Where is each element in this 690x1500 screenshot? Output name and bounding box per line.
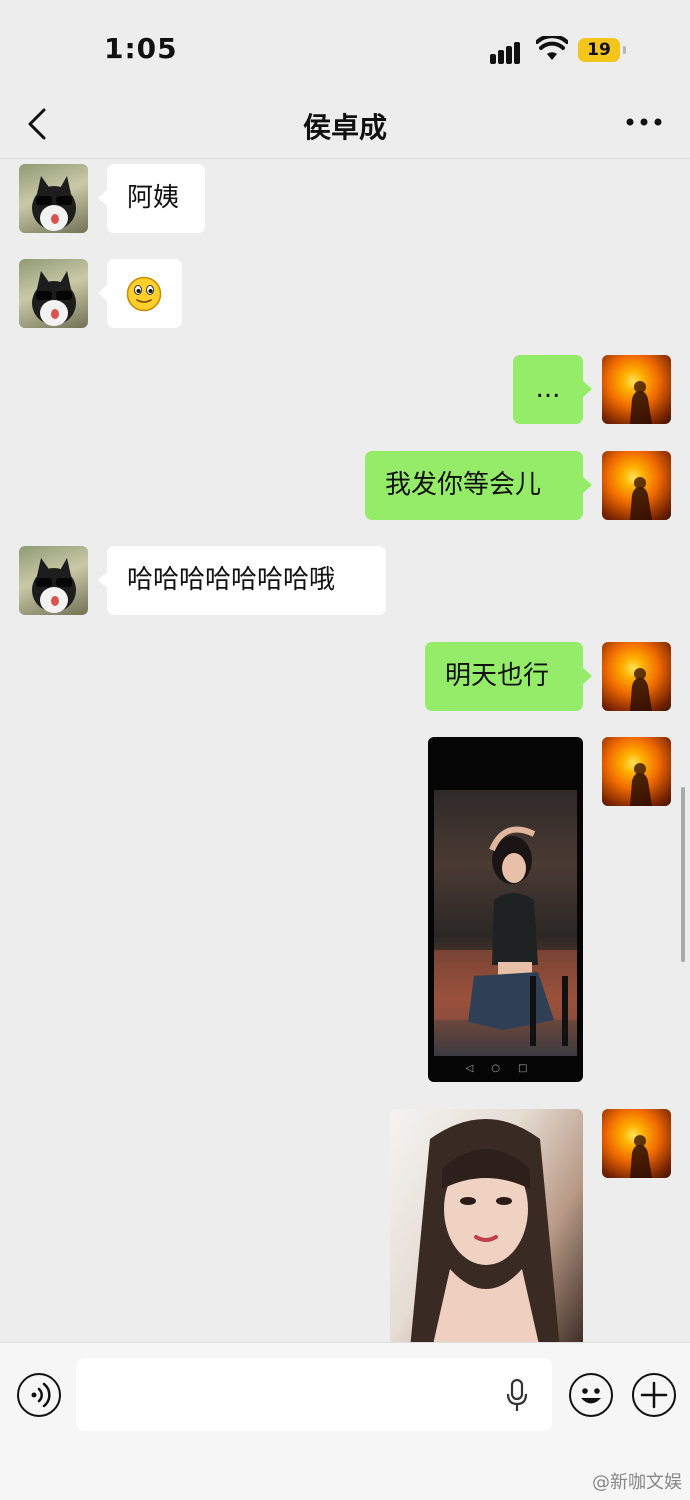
plus-icon [640, 1381, 668, 1409]
my-avatar[interactable] [602, 1109, 671, 1178]
my-avatar[interactable] [602, 355, 671, 424]
chat-title: 侯卓成 [302, 111, 387, 144]
smiley-icon [581, 1388, 601, 1404]
voice-icon [31, 1382, 51, 1408]
more-options-icon[interactable] [624, 110, 664, 134]
contact-avatar[interactable] [19, 546, 88, 615]
message-bubble[interactable]: ... [513, 355, 592, 424]
cellular-signal-icon [490, 40, 526, 64]
message-bubble[interactable]: 哈哈哈哈哈哈哈哦 [98, 546, 386, 615]
contact-avatar[interactable] [19, 259, 88, 328]
chat-header: 侯卓成 [0, 96, 690, 159]
message-bubble[interactable]: 我发你等会儿 [365, 451, 592, 520]
my-avatar[interactable] [602, 737, 671, 806]
message-text: 明天也行 [445, 661, 550, 691]
my-avatar[interactable] [602, 451, 671, 520]
selfie-photo-icon [410, 1119, 560, 1342]
status-time: 1:05 [104, 32, 178, 65]
screenshot-photo [434, 790, 577, 1056]
message-bubble[interactable]: 阿姨 [98, 164, 205, 233]
android-nav-bar: ◁○□ [465, 1063, 546, 1074]
person-photo-icon [434, 826, 577, 1046]
message-input[interactable] [76, 1358, 552, 1431]
message-bubble[interactable] [98, 259, 182, 328]
microphone-icon[interactable] [506, 1379, 528, 1413]
emoji-button[interactable] [569, 1373, 613, 1417]
scrollbar[interactable] [681, 787, 685, 962]
voice-input-button[interactable] [17, 1373, 61, 1417]
smiling-face-emoji-icon [126, 276, 162, 312]
battery-icon: 19 [578, 38, 626, 62]
watermark: @新咖文娱 [592, 1472, 682, 1493]
message-bubble[interactable]: 明天也行 [425, 642, 592, 711]
status-bar: 1:05 19 [0, 0, 690, 96]
image-message-screenshot[interactable]: ◁○□ [428, 737, 583, 1082]
message-text: 哈哈哈哈哈哈哈哦 [127, 565, 336, 595]
chat-messages: 阿姨 ... 我发你等会儿 哈哈哈哈哈哈哈哦 明天也行 ◁○□ [0, 159, 690, 1342]
contact-avatar[interactable] [19, 164, 88, 233]
image-message-selfie[interactable] [390, 1109, 583, 1342]
wifi-icon [536, 36, 568, 60]
my-avatar[interactable] [602, 642, 671, 711]
message-text: 阿姨 [127, 183, 180, 213]
message-text: 我发你等会儿 [385, 470, 542, 500]
more-features-button[interactable] [632, 1373, 676, 1417]
message-text: ... [535, 374, 561, 404]
input-bar: @新咖文娱 [0, 1342, 690, 1500]
